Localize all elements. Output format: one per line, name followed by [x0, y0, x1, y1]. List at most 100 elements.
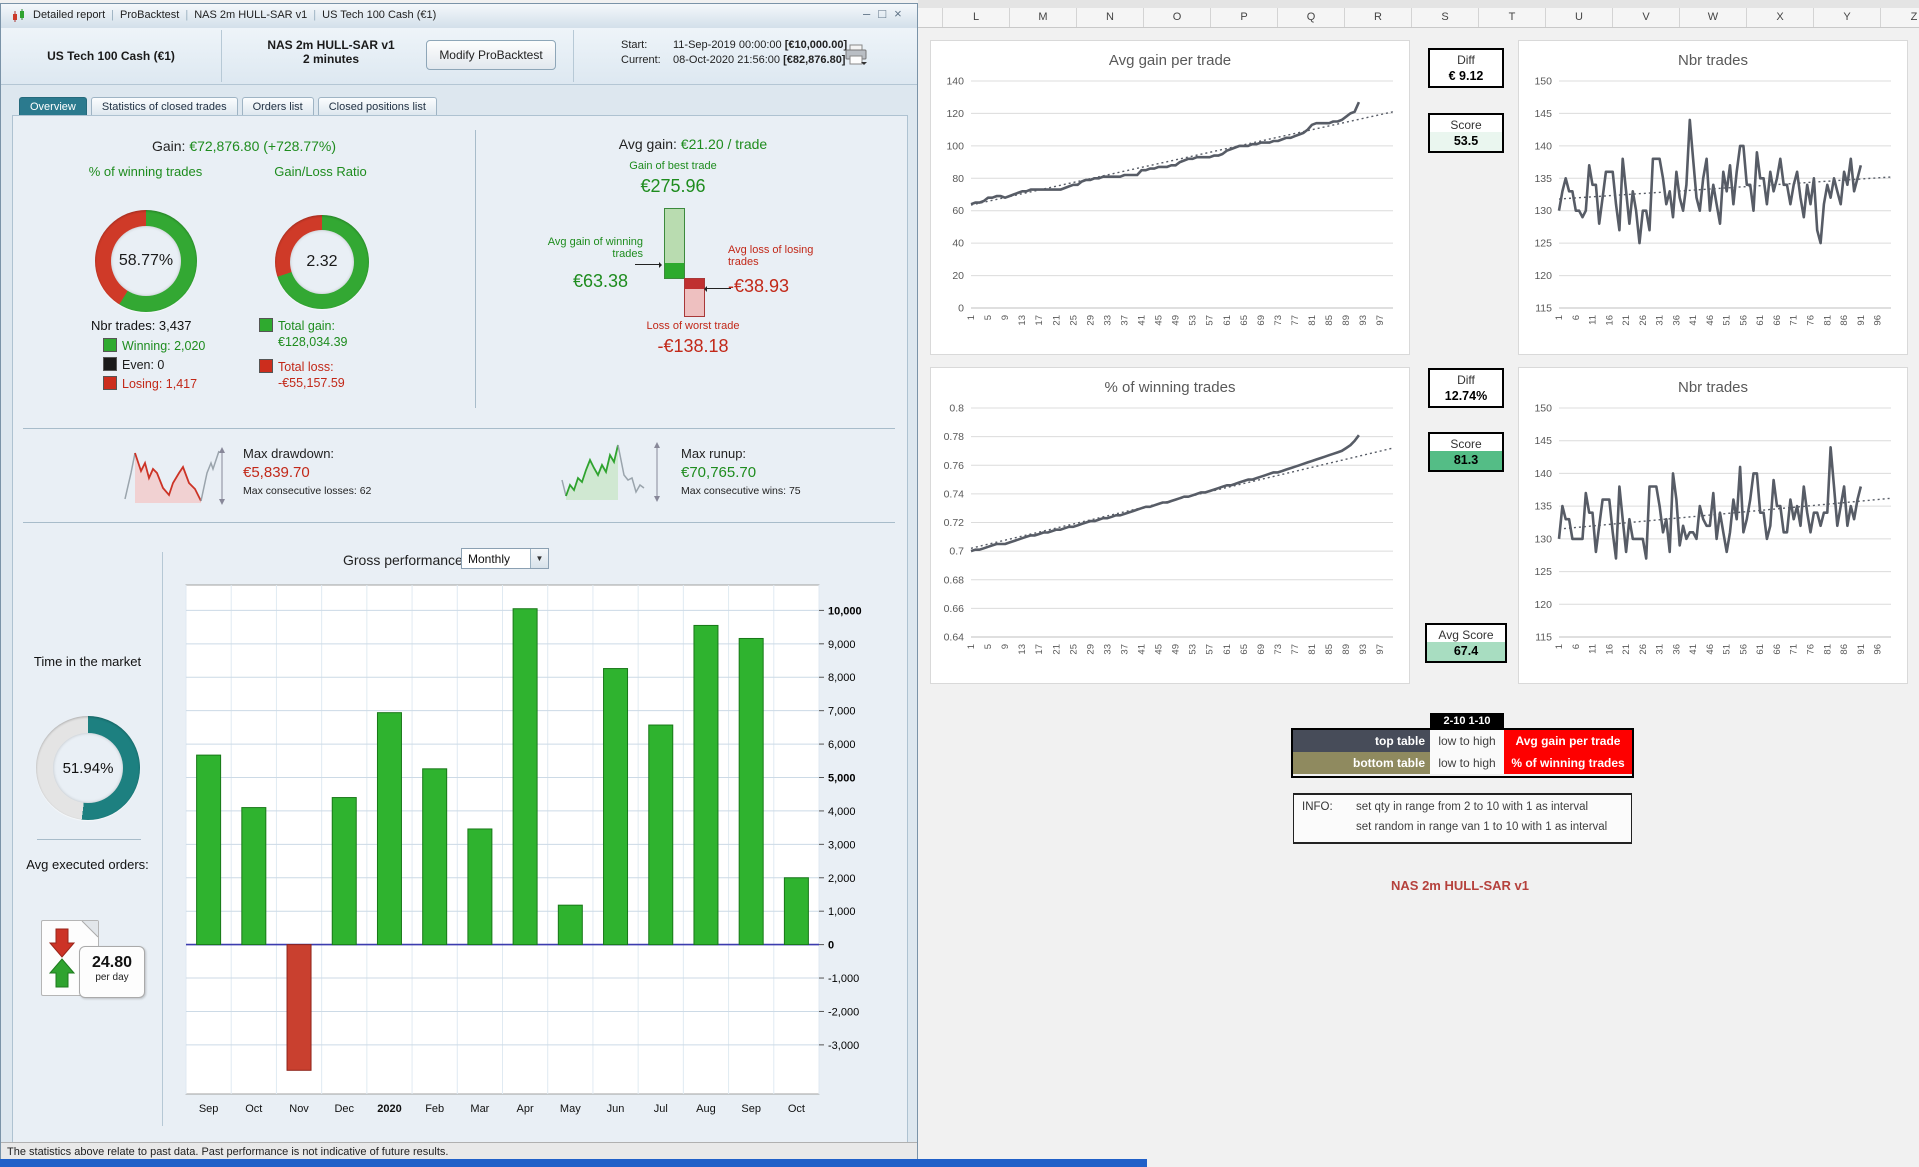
avg-win-arrow [635, 261, 662, 268]
column-header-U[interactable]: U [1546, 8, 1613, 27]
svg-text:125: 125 [1534, 566, 1552, 578]
column-header-T[interactable]: T [1479, 8, 1546, 27]
kpi-diff-gain-value: € 9.12 [1448, 69, 1484, 83]
minimize-button[interactable]: – [863, 6, 878, 21]
svg-text:40: 40 [952, 238, 964, 250]
svg-text:11: 11 [1588, 315, 1599, 325]
gain-loss-legend: Total gain: €128,034.39 Total loss: -€55… [259, 318, 348, 390]
svg-text:49: 49 [1171, 315, 1182, 326]
window-title-bar: Detailed report | ProBacktest | NAS 2m HULL-… [1, 4, 917, 29]
tab-overview[interactable]: Overview [19, 97, 87, 116]
svg-text:66: 66 [1772, 315, 1783, 326]
column-header-V[interactable]: V [1613, 8, 1680, 27]
chart-avg-gain-per-trade: Avg gain per trade 140 120 100 80 60 40 20 0 1 5 9 1… [930, 40, 1410, 355]
svg-text:17: 17 [1034, 644, 1045, 655]
avg-orders-value: 24.80 [91, 954, 133, 971]
column-header-W[interactable]: W [1680, 8, 1747, 27]
close-button[interactable]: × [894, 6, 910, 21]
column-header-P[interactable]: P [1211, 8, 1278, 27]
period-dropdown[interactable]: Monthly ▼ [461, 548, 549, 569]
avg-gain-value: €21.20 / trade [680, 136, 768, 152]
svg-text:41: 41 [1688, 644, 1699, 655]
svg-text:Sep: Sep [199, 1103, 219, 1115]
avg-orders-unit: per day [95, 972, 129, 983]
kpi-avg-score: Avg Score 67.4 [1425, 623, 1507, 663]
svg-text:60: 60 [952, 205, 964, 217]
column-header-Q[interactable]: Q [1278, 8, 1345, 27]
losing-legend-swatch [103, 376, 117, 390]
column-header-M[interactable]: M [1010, 8, 1077, 27]
column-header-X[interactable]: X [1747, 8, 1814, 27]
info-line1: set qty in range from 2 to 10 with 1 as … [1356, 801, 1589, 813]
gross-divider-vertical [162, 552, 163, 1126]
svg-text:41: 41 [1137, 644, 1148, 655]
modify-probacktest-button[interactable]: Modify ProBacktest [426, 40, 556, 70]
max-drawdown-value: €5,839.70 [243, 464, 310, 481]
current-capital: [€82,876.80] [783, 54, 846, 66]
section-divider-vertical [475, 130, 476, 408]
svg-text:6: 6 [1571, 644, 1582, 649]
section-divider [23, 428, 895, 429]
svg-text:96: 96 [1873, 644, 1884, 655]
worst-trade-value: -€138.18 [657, 336, 729, 356]
svg-text:65: 65 [1239, 315, 1250, 326]
kpi-avg-score-value: 67.4 [1427, 642, 1505, 661]
svg-text:37: 37 [1119, 644, 1130, 655]
svg-text:Feb: Feb [425, 1103, 444, 1115]
svg-text:21: 21 [1051, 644, 1062, 655]
maximize-button[interactable]: □ [878, 6, 894, 21]
title-item-strategy: NAS 2m HULL-SAR v1 [194, 9, 308, 21]
svg-text:140: 140 [1534, 468, 1552, 480]
info-line2: set random in range van 1 to 10 with 1 a… [1356, 821, 1608, 833]
avg-win-bar-segment [665, 263, 684, 278]
print-icon[interactable] [844, 44, 868, 71]
screen: LMNOPQRSTUVWXYZ Avg gain per trade 140 120… [0, 0, 1919, 1167]
tab-closed-positions[interactable]: Closed positions list [317, 97, 437, 116]
svg-text:-3,000: -3,000 [828, 1040, 859, 1052]
title-item-probacktest: ProBacktest [120, 9, 180, 21]
svg-text:91: 91 [1856, 315, 1867, 326]
column-header-Y[interactable]: Y [1814, 8, 1881, 27]
max-consecutive-losses: Max consecutive losses: 62 [243, 485, 372, 497]
svg-text:85: 85 [1324, 644, 1335, 655]
svg-text:17: 17 [1034, 315, 1045, 326]
svg-text:61: 61 [1222, 315, 1233, 326]
column-header-R[interactable]: R [1345, 8, 1412, 27]
svg-text:56: 56 [1738, 644, 1749, 655]
column-header-S[interactable]: S [1412, 8, 1479, 27]
tab-statistics[interactable]: Statistics of closed trades [90, 97, 238, 116]
svg-text:-2,000: -2,000 [828, 1006, 859, 1018]
svg-text:0.74: 0.74 [944, 488, 965, 500]
svg-text:Mar: Mar [470, 1103, 489, 1115]
column-header-L[interactable]: L [943, 8, 1010, 27]
start-label: Start: [621, 39, 648, 51]
svg-text:145: 145 [1534, 108, 1552, 120]
max-runup-label: Max runup: [681, 446, 747, 461]
svg-text:86: 86 [1839, 315, 1850, 326]
column-header-N[interactable]: N [1077, 8, 1144, 27]
svg-text:53: 53 [1188, 315, 1199, 326]
svg-text:9,000: 9,000 [828, 639, 856, 651]
svg-text:100: 100 [946, 140, 964, 152]
svg-text:0.72: 0.72 [944, 517, 965, 529]
info-label: INFO: [1302, 801, 1333, 813]
svg-text:1: 1 [1554, 315, 1565, 320]
svg-text:81: 81 [1822, 644, 1833, 655]
svg-text:120: 120 [946, 108, 964, 120]
svg-text:57: 57 [1205, 644, 1216, 655]
ratio-donut-value: 2.32 [290, 230, 354, 294]
column-header-O[interactable]: O [1144, 8, 1211, 27]
svg-text:29: 29 [1085, 315, 1096, 326]
max-consecutive-wins: Max consecutive wins: 75 [681, 485, 801, 497]
best-trade-label: Gain of best trade [629, 160, 717, 172]
tab-orders-list[interactable]: Orders list [241, 97, 314, 116]
svg-text:46: 46 [1705, 315, 1716, 326]
column-header-Z[interactable]: Z [1881, 8, 1919, 27]
total-gain-value: €128,034.39 [278, 335, 348, 349]
svg-text:25: 25 [1068, 644, 1079, 655]
table-row1-name: top table [1293, 730, 1430, 752]
svg-text:6: 6 [1571, 315, 1582, 320]
gain-label: Gain: [151, 138, 186, 154]
window-controls: –□× [863, 6, 910, 21]
time-in-market-donut: 51.94% [36, 716, 140, 820]
